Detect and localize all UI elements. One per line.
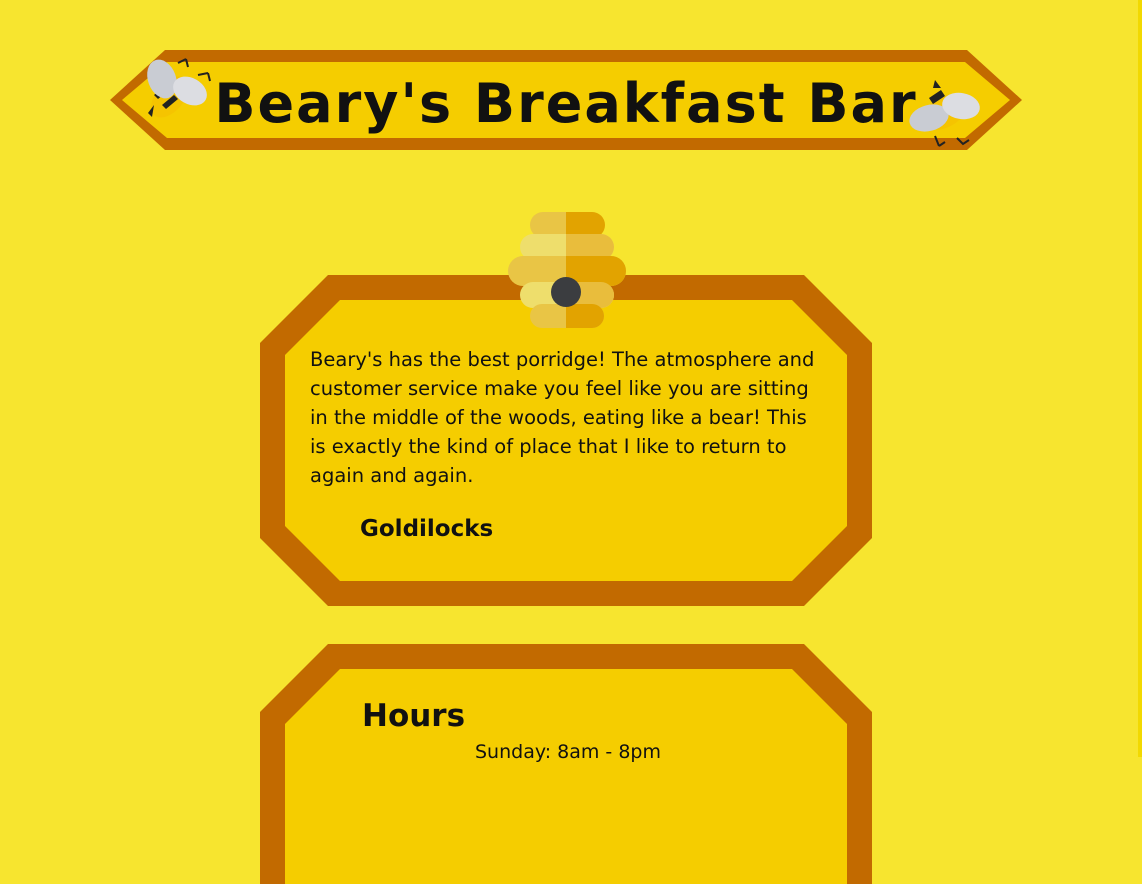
beehive-icon [508, 212, 626, 328]
bee-icon [147, 58, 211, 118]
bee-icon [909, 80, 980, 147]
page-edge [1138, 0, 1142, 757]
hours-line-sunday: Sunday: 8am - 8pm [475, 741, 661, 763]
header-banner: Beary's Breakfast Bar [110, 50, 1022, 150]
hours-heading: Hours [362, 698, 466, 734]
review-author: Goldilocks [360, 516, 494, 542]
review-text: Beary's has the best porridge! The atmos… [310, 348, 815, 487]
site-title: Beary's Breakfast Bar [214, 72, 918, 135]
hours-card [260, 644, 872, 884]
